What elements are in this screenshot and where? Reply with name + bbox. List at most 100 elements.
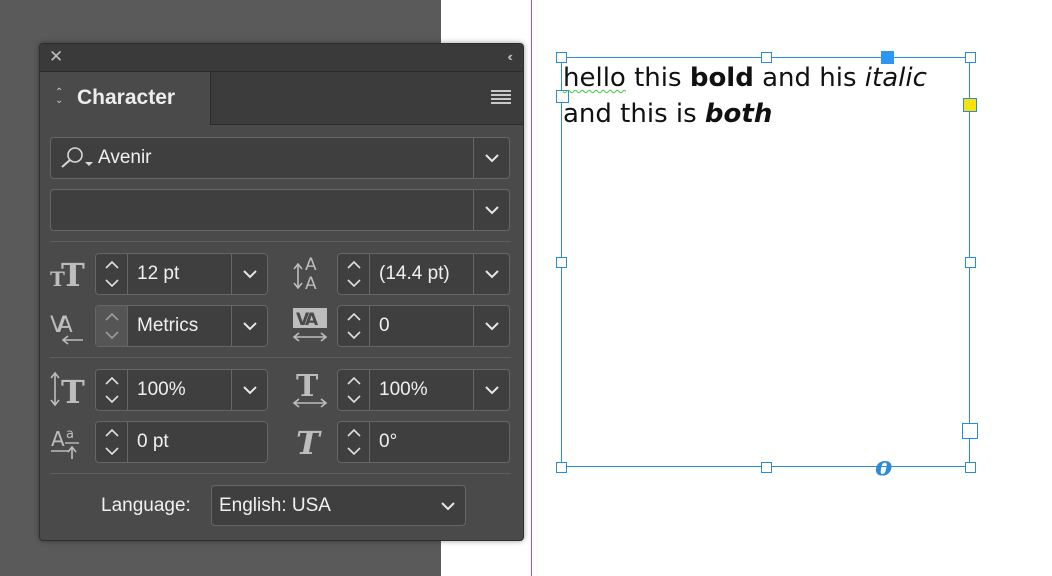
skew-value: 0° xyxy=(379,431,398,452)
panel-menu-icon[interactable] xyxy=(491,90,511,106)
margin-guide xyxy=(531,0,532,576)
stepper-arrows-icon xyxy=(347,312,361,340)
frame-text[interactable]: hello this bold and his italic and this … xyxy=(563,60,963,132)
spellcheck-word: hello xyxy=(563,63,626,93)
horizontal-scale-stepper[interactable] xyxy=(338,370,370,410)
chevron-down-icon xyxy=(484,153,499,162)
stepper-arrows-icon xyxy=(105,260,119,288)
overset-indicator-icon[interactable]: o xyxy=(875,452,892,482)
stepper-arrows-icon xyxy=(347,260,361,288)
tab-label: Character xyxy=(77,86,176,109)
vertical-scale-stepper[interactable] xyxy=(96,370,128,410)
text-line-2: and this is both xyxy=(563,96,963,132)
svg-text:A: A xyxy=(305,255,317,275)
live-corner-handle[interactable] xyxy=(963,98,977,112)
horizontal-scale-dropdown[interactable] xyxy=(473,370,509,410)
separator xyxy=(50,241,511,242)
tab-character[interactable]: ⌃ ⌄ Character xyxy=(40,72,211,125)
font-style-field[interactable] xyxy=(50,189,510,231)
svg-text:T: T xyxy=(61,373,85,408)
text-run: this xyxy=(625,63,690,93)
separator xyxy=(50,357,511,358)
horizontal-scale-icon: T xyxy=(292,369,328,408)
language-value: English: USA xyxy=(219,495,331,516)
stepper-arrows-icon xyxy=(105,312,119,340)
kerning-value: Metrics xyxy=(137,315,199,336)
chevron-down-icon xyxy=(242,321,257,330)
chevron-down-icon xyxy=(484,205,499,214)
kerning-icon: VA xyxy=(50,313,83,345)
language-label: Language: xyxy=(101,495,191,516)
horizontal-scale-field[interactable]: 100% xyxy=(337,369,510,411)
frame-handle-middle-left[interactable] xyxy=(556,257,567,268)
frame-handle-top-right[interactable] xyxy=(965,52,976,63)
font-family-dropdown[interactable] xyxy=(473,138,509,178)
kerning-stepper[interactable] xyxy=(96,306,128,346)
character-panel: ✕ ‹‹ ⌃ ⌄ Character Avenir T T 12 pt A A … xyxy=(39,43,524,541)
vertical-scale-field[interactable]: 100% xyxy=(95,369,268,411)
leading-value: (14.4 pt) xyxy=(379,263,450,284)
chevron-down-icon xyxy=(441,502,455,511)
panel-title-bar[interactable]: ✕ ‹‹ xyxy=(40,44,523,72)
svg-text:a: a xyxy=(66,427,74,442)
search-icon xyxy=(61,147,93,168)
expand-collapse-icon[interactable]: ⌃ ⌄ xyxy=(55,88,63,106)
baseline-shift-stepper[interactable] xyxy=(96,422,128,462)
chevron-down-icon xyxy=(484,269,499,278)
skew-icon: T xyxy=(296,424,322,462)
italic-run: italic xyxy=(864,63,927,93)
leading-dropdown[interactable] xyxy=(473,254,509,294)
out-port-handle[interactable] xyxy=(962,423,978,439)
separator xyxy=(50,473,511,474)
text-run: and this is xyxy=(563,99,705,129)
collapse-icon[interactable]: ‹‹ xyxy=(507,49,512,64)
tracking-dropdown[interactable] xyxy=(473,306,509,346)
tracking-field[interactable]: 0 xyxy=(337,305,510,347)
chevron-down-icon xyxy=(242,385,257,394)
leading-stepper[interactable] xyxy=(338,254,370,294)
leading-icon: A A xyxy=(293,255,317,293)
bold-italic-run: both xyxy=(704,99,773,129)
text-run: and his xyxy=(753,63,865,93)
leading-field[interactable]: (14.4 pt) xyxy=(337,253,510,295)
svg-text:VA: VA xyxy=(50,313,73,338)
baseline-shift-icon: A a xyxy=(51,427,79,459)
skew-stepper[interactable] xyxy=(338,422,370,462)
font-size-stepper[interactable] xyxy=(96,254,128,294)
vertical-scale-value: 100% xyxy=(137,379,186,400)
frame-handle-middle-right[interactable] xyxy=(965,257,976,268)
svg-text:T: T xyxy=(296,369,319,404)
tracking-value: 0 xyxy=(379,315,390,336)
stepper-arrows-icon xyxy=(105,376,119,404)
baseline-shift-value: 0 pt xyxy=(137,431,169,452)
panel-tab-strip: ⌃ ⌄ Character xyxy=(40,72,523,125)
font-family-field[interactable]: Avenir xyxy=(50,137,510,179)
stepper-arrows-icon xyxy=(347,376,361,404)
vertical-scale-icon: T xyxy=(50,371,85,408)
tracking-stepper[interactable] xyxy=(338,306,370,346)
font-size-field[interactable]: 12 pt xyxy=(95,253,268,295)
font-style-dropdown[interactable] xyxy=(473,190,509,230)
font-size-value: 12 pt xyxy=(137,263,180,284)
frame-handle-bottom-left[interactable] xyxy=(556,462,567,473)
chevron-down-icon xyxy=(484,321,499,330)
kerning-field[interactable]: Metrics xyxy=(95,305,268,347)
frame-handle-bottom-right[interactable] xyxy=(965,462,976,473)
skew-field[interactable]: 0° xyxy=(337,421,510,463)
font-size-dropdown[interactable] xyxy=(231,254,267,294)
bold-run: bold xyxy=(689,63,754,93)
tracking-icon: VA xyxy=(292,308,328,342)
baseline-shift-field[interactable]: 0 pt xyxy=(95,421,268,463)
language-select[interactable]: English: USA xyxy=(211,485,466,526)
text-line-1: hello this bold and his italic xyxy=(563,60,963,96)
horizontal-scale-value: 100% xyxy=(379,379,428,400)
frame-handle-bottom-center[interactable] xyxy=(761,462,772,473)
svg-text:T: T xyxy=(61,256,85,290)
kerning-dropdown[interactable] xyxy=(231,306,267,346)
svg-text:T: T xyxy=(296,424,322,462)
svg-text:A: A xyxy=(305,274,317,293)
font-size-icon: T T xyxy=(50,256,85,290)
close-icon[interactable]: ✕ xyxy=(49,48,63,66)
stepper-arrows-icon xyxy=(105,428,119,456)
vertical-scale-dropdown[interactable] xyxy=(231,370,267,410)
